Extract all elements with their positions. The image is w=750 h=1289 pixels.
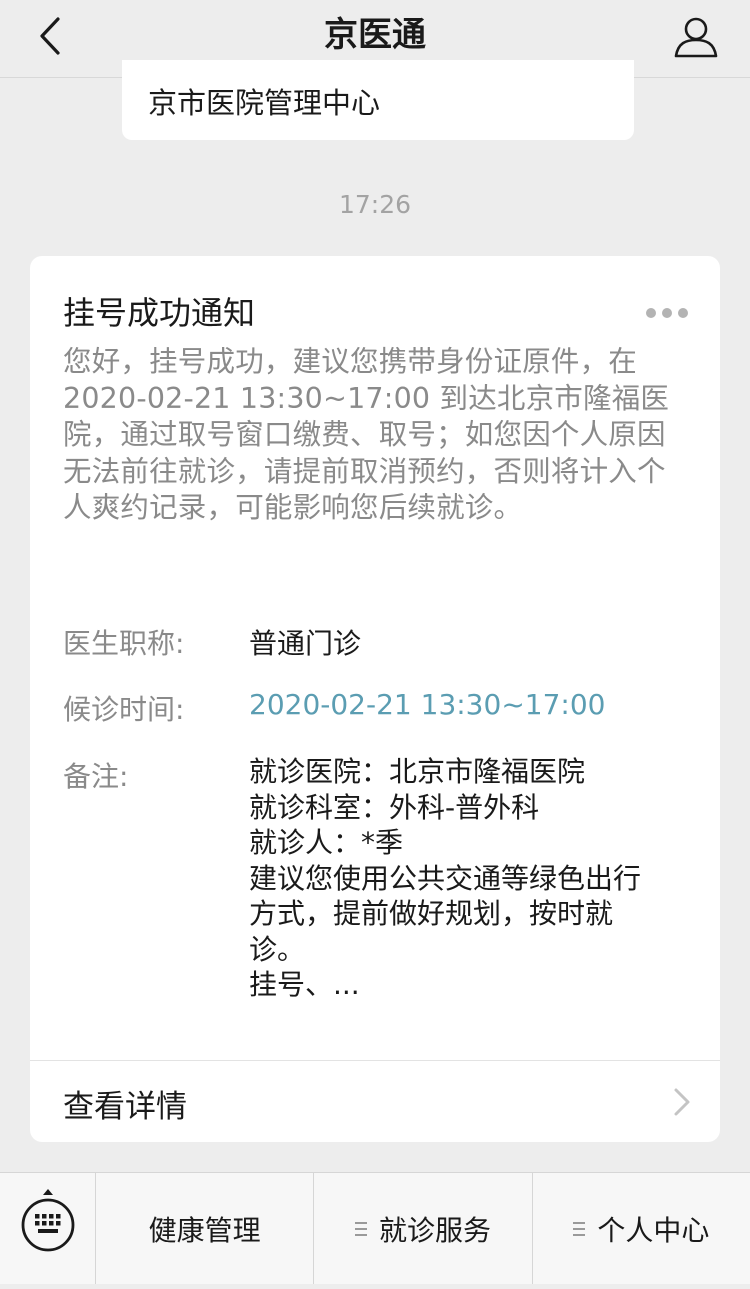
user-profile-button[interactable] (672, 12, 720, 60)
wait-time-value[interactable]: 2020-02-21 13:30~17:00 (249, 688, 605, 721)
keyboard-icon (21, 1189, 75, 1252)
user-icon (674, 17, 718, 58)
note-line: 建议您使用公共交通等绿色出行 (249, 861, 642, 895)
note-line: 就诊科室：外科-普外科 (249, 790, 540, 824)
bottom-menu-bar: 健康管理 就诊服务 个人中心 (0, 1172, 750, 1284)
chevron-right-icon (674, 1088, 690, 1116)
doctor-title-value: 普通门诊 (249, 627, 362, 660)
menu-medical-services[interactable]: 就诊服务 (314, 1173, 533, 1284)
note-content: 就诊医院：北京市隆福医院 就诊科室：外科-普外科 就诊人：*季 建议您使用公共交… (249, 754, 689, 1003)
view-details-label: 查看详情 (63, 1089, 187, 1125)
note-line: 就诊医院：北京市隆福医院 (249, 755, 586, 788)
wait-time-label: 候诊时间: (63, 693, 185, 726)
menu-label: 就诊服务 (378, 1213, 491, 1247)
notification-card[interactable]: 挂号成功通知 您好，挂号成功，建议您携带身份证原件，在2020-02-21 13… (30, 256, 720, 1142)
card-intro-text: 您好，挂号成功，建议您携带身份证原件，在2020-02-21 13:30~17:… (63, 345, 670, 524)
previous-message-text: 京市医院管理中心 (148, 86, 381, 120)
card-title: 挂号成功通知 (63, 294, 256, 332)
note-label: 备注: (63, 760, 129, 793)
more-options-icon[interactable] (646, 308, 688, 318)
note-line: 诊。 (249, 932, 306, 966)
menu-health-management[interactable]: 健康管理 (96, 1173, 315, 1284)
note-line: 就诊人：*季 (249, 826, 404, 859)
note-line: 挂号、... (249, 968, 360, 1001)
keyboard-toggle-button[interactable] (0, 1173, 96, 1284)
doctor-title-label: 医生职称: (63, 627, 185, 660)
menu-label: 健康管理 (148, 1213, 261, 1247)
submenu-icon (573, 1221, 586, 1236)
previous-message-bubble[interactable]: 京市医院管理中心 (122, 60, 634, 140)
message-timestamp: 17:26 (338, 190, 412, 219)
menu-label: 个人中心 (597, 1213, 710, 1247)
submenu-icon (354, 1221, 367, 1236)
view-details-link[interactable]: 查看详情 (30, 1061, 720, 1142)
note-line: 方式，提前做好规划，按时就 (249, 897, 614, 930)
menu-personal-center[interactable]: 个人中心 (533, 1173, 750, 1284)
